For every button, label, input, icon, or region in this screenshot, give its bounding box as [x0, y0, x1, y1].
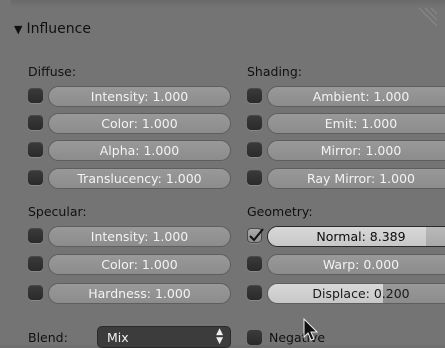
shading-ray-mirror-field[interactable]: Ray Mirror: 1.000	[267, 168, 445, 189]
geometry-normal-field[interactable]: Normal: 8.389	[267, 226, 445, 247]
geometry-displace-field[interactable]: Displace: 0.200	[267, 283, 445, 304]
specular-hardness-field[interactable]: Hardness: 1.000	[48, 283, 231, 304]
drag-corner-icon[interactable]	[417, 6, 439, 28]
negative-checkbox[interactable]	[247, 330, 262, 345]
specular-intensity-value: Intensity: 1.000	[90, 229, 189, 244]
geometry-warp-value: Warp: 0.000	[322, 257, 400, 272]
shading-mirror-field[interactable]: Mirror: 1.000	[267, 140, 445, 161]
shading-ambient-value: Ambient: 1.000	[312, 89, 410, 104]
shading-mirror-value: Mirror: 1.000	[320, 143, 402, 158]
shading-ambient-field[interactable]: Ambient: 1.000	[267, 86, 445, 107]
geometry-normal-value: Normal: 8.389	[316, 229, 406, 244]
geometry-displace-checkbox[interactable]	[247, 285, 262, 300]
specular-hardness-value: Hardness: 1.000	[88, 286, 191, 301]
diffuse-color-checkbox[interactable]	[28, 115, 43, 130]
diffuse-translucency-checkbox[interactable]	[28, 170, 43, 185]
mouse-cursor-icon	[303, 318, 319, 341]
specular-color-field[interactable]: Color: 1.000	[48, 254, 231, 275]
collapse-triangle-icon[interactable]: ▼	[14, 23, 22, 36]
diffuse-intensity-field[interactable]: Intensity: 1.000	[48, 86, 231, 107]
panel-title: Influence	[26, 21, 91, 37]
geometry-displace-value: Displace: 0.200	[312, 286, 410, 301]
diffuse-translucency-field[interactable]: Translucency: 1.000	[48, 168, 231, 189]
specular-intensity-field[interactable]: Intensity: 1.000	[48, 226, 231, 247]
shading-emit-value: Emit: 1.000	[324, 116, 398, 131]
diffuse-alpha-checkbox[interactable]	[28, 142, 43, 157]
specular-hardness-checkbox[interactable]	[28, 285, 43, 300]
diffuse-color-field[interactable]: Color: 1.000	[48, 113, 231, 134]
diffuse-intensity-checkbox[interactable]	[28, 88, 43, 103]
diffuse-alpha-value: Alpha: 1.000	[99, 143, 180, 158]
blend-value: Mix	[107, 330, 129, 345]
shading-ray-mirror-value: Ray Mirror: 1.000	[306, 171, 416, 186]
geometry-label: Geometry:	[247, 204, 313, 219]
geometry-warp-checkbox[interactable]	[247, 256, 262, 271]
blend-label: Blend:	[28, 330, 68, 345]
panel-header[interactable]: ▼ Influence	[14, 18, 91, 40]
shading-ambient-checkbox[interactable]	[247, 88, 262, 103]
shading-emit-checkbox[interactable]	[247, 115, 262, 130]
diffuse-translucency-value: Translucency: 1.000	[77, 171, 202, 186]
diffuse-alpha-field[interactable]: Alpha: 1.000	[48, 140, 231, 161]
shading-ray-mirror-checkbox[interactable]	[247, 170, 262, 185]
diffuse-intensity-value: Intensity: 1.000	[90, 89, 189, 104]
shading-emit-field[interactable]: Emit: 1.000	[267, 113, 445, 134]
diffuse-color-value: Color: 1.000	[101, 116, 178, 131]
updown-arrows-icon: ▲ ▼	[216, 327, 223, 346]
diffuse-label: Diffuse:	[28, 64, 77, 79]
geometry-normal-checkbox[interactable]	[247, 228, 264, 243]
specular-label: Specular:	[28, 204, 87, 219]
checkmark-icon	[249, 228, 264, 242]
geometry-warp-field[interactable]: Warp: 0.000	[267, 254, 445, 275]
influence-panel: ▼ Influence Diffuse: Intensity: 1.000 Co…	[0, 0, 445, 348]
shading-mirror-checkbox[interactable]	[247, 142, 262, 157]
specular-color-checkbox[interactable]	[28, 256, 43, 271]
specular-color-value: Color: 1.000	[101, 257, 178, 272]
shading-label: Shading:	[247, 64, 302, 79]
specular-intensity-checkbox[interactable]	[28, 228, 43, 243]
